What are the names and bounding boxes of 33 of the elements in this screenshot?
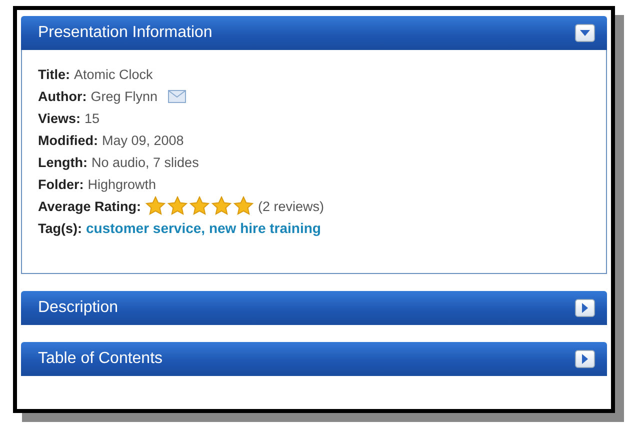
star-icon xyxy=(189,196,210,216)
toggle-button[interactable] xyxy=(575,24,595,42)
star-icon xyxy=(145,196,166,216)
star-icon xyxy=(167,196,188,216)
section-header[interactable]: Presentation Information xyxy=(21,16,607,50)
star-icon xyxy=(211,196,232,216)
caret-right-icon xyxy=(582,354,588,364)
toggle-button[interactable] xyxy=(575,299,595,317)
toggle-button[interactable] xyxy=(575,350,595,368)
section-title: Description xyxy=(38,299,118,317)
section-title: Presentation Information xyxy=(38,24,212,42)
field-value: (2 reviews) xyxy=(258,198,324,214)
star-icon xyxy=(233,196,254,216)
field-value: Highgrowth xyxy=(88,176,156,192)
field-value: 15 xyxy=(84,110,100,126)
field-label: Modified: xyxy=(38,132,98,148)
field-label: Tag(s): xyxy=(38,220,82,236)
field-label: Folder: xyxy=(38,176,84,192)
field-value: May 09, 2008 xyxy=(102,132,184,148)
caret-right-icon xyxy=(582,303,588,313)
field-label: Views: xyxy=(38,110,81,126)
field-value: Greg Flynn xyxy=(90,88,158,104)
field-label: Length: xyxy=(38,154,88,170)
tag-links[interactable]: customer service, new hire training xyxy=(86,220,321,236)
field-value: Atomic Clock xyxy=(74,66,153,82)
section-title: Table of Contents xyxy=(38,350,163,368)
section-header[interactable]: Description xyxy=(21,291,607,325)
section-header[interactable]: Table of Contents xyxy=(21,342,607,376)
caret-down-icon xyxy=(580,30,590,36)
field-value: No audio, 7 slides xyxy=(92,154,199,170)
field-label: Title: xyxy=(38,66,70,82)
field-label: Average Rating: xyxy=(38,198,142,214)
field-label: Author: xyxy=(38,88,87,104)
